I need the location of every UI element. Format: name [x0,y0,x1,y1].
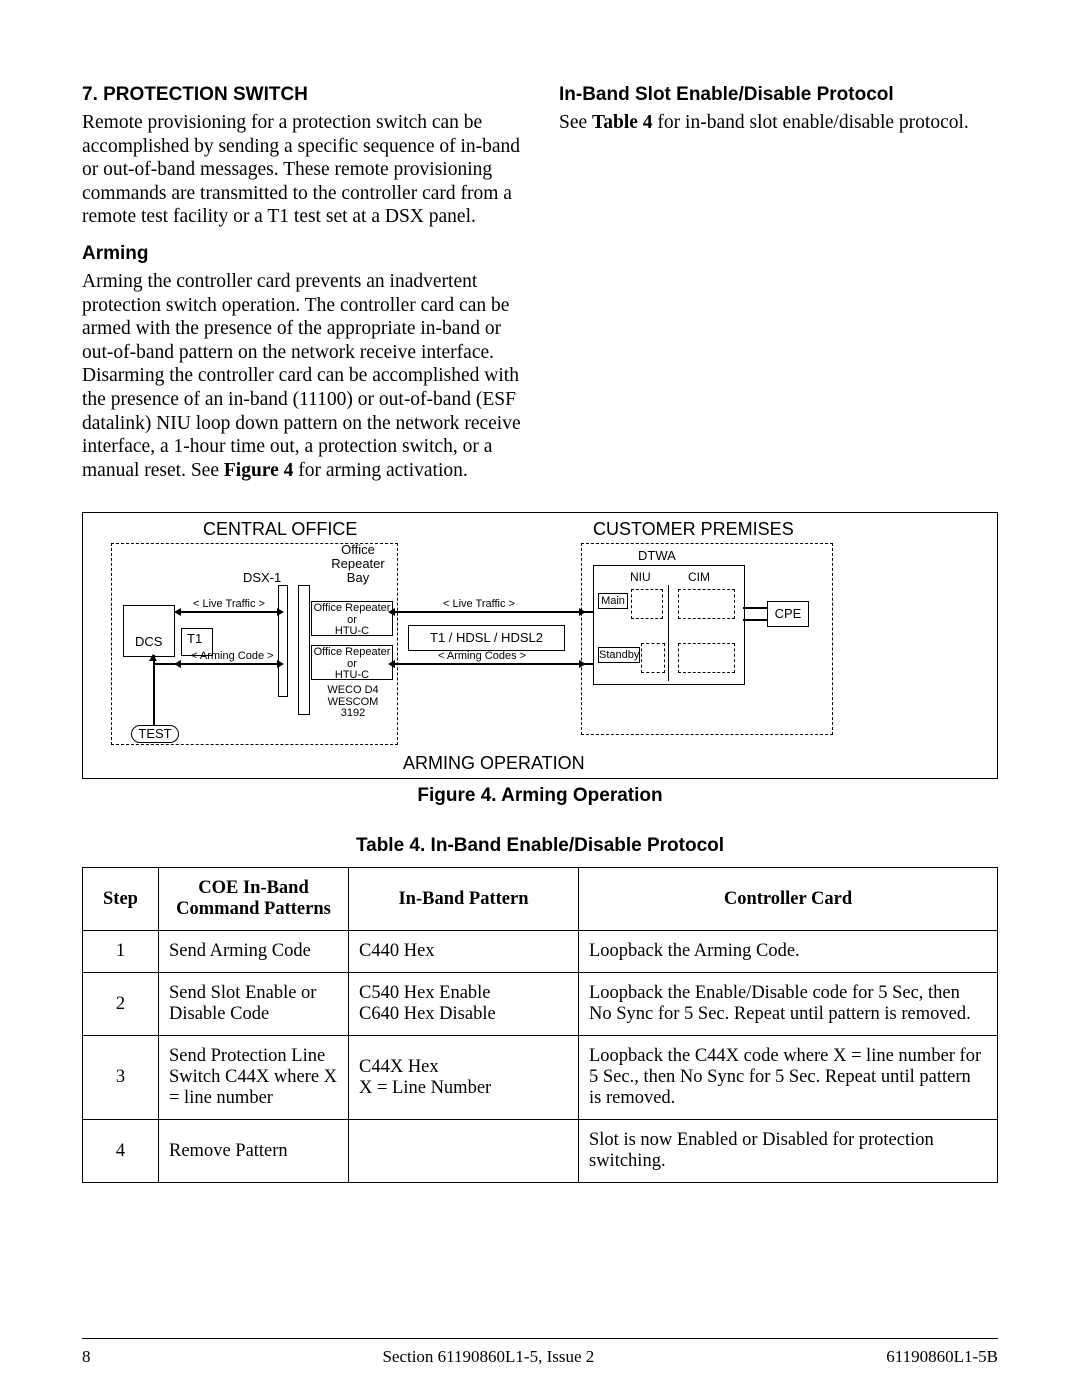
th-coe: COE In-Band Command Patterns [159,868,349,931]
arrowhead-test-up [149,654,157,661]
cell-pattern: C440 Hex [349,931,579,973]
footer-section: Section 61190860L1-5, Issue 2 [382,1347,594,1367]
line-dtwa-cpe-1 [743,607,767,609]
line-arming-codes-mid [395,663,579,665]
dsx-bar [278,585,288,697]
box-standby-label: Standby [598,647,640,663]
section-7-heading: 7. PROTECTION SWITCH [82,84,521,107]
label-live-traffic-mid: < Live Traffic > [443,599,515,611]
line-into-dtwa-1 [579,611,593,613]
repeater-bay-bar [298,585,310,715]
box-office-repeater-1: Office Repeater or HTU-C [311,601,393,636]
line-test-horizontal [153,663,181,665]
inband-paragraph: See Table 4 for in-band slot enable/disa… [559,111,998,135]
box-main-label: Main [598,593,628,609]
cell-step: 2 [83,973,159,1036]
line-live-traffic-left [181,611,277,613]
table-4-caption: Table 4. In-Band Enable/Disable Protocol [82,835,998,857]
label-live-traffic-left: < Live Traffic > [193,599,265,611]
label-customer-premises: CUSTOMER PREMISES [593,519,794,540]
line-arming-code [181,663,277,665]
inband-text-a: See [559,112,592,133]
box-niu-main [631,589,663,619]
line-test-vertical [153,655,155,725]
two-column-layout: 7. PROTECTION SWITCH Remote provisioning… [82,84,998,482]
label-dtwa: DTWA [638,549,676,563]
left-column: 7. PROTECTION SWITCH Remote provisioning… [82,84,521,482]
label-niu: NIU [630,571,651,584]
label-arming-operation: ARMING OPERATION [403,753,585,774]
line-into-dtwa-2 [579,663,593,665]
footer-page-number: 8 [82,1347,91,1367]
label-cim: CIM [688,571,710,584]
label-arming-code: < Arming Code > [191,651,274,663]
table-header-row: Step COE In-Band Command Patterns In-Ban… [83,868,998,931]
page: 7. PROTECTION SWITCH Remote provisioning… [0,0,1080,1397]
cell-card: Slot is now Enabled or Disabled for prot… [579,1120,998,1183]
box-niu-standby [641,643,665,673]
box-office-repeater-2: Office Repeater or HTU-C [311,645,393,680]
cell-pattern: C44X Hex X = Line Number [349,1036,579,1120]
th-step: Step [83,868,159,931]
label-arming-codes: < Arming Codes > [438,651,526,663]
table-row: 4 Remove Pattern Slot is now Enabled or … [83,1120,998,1183]
line-dtwa-cpe-2 [743,619,767,621]
cell-pattern: C540 Hex Enable C640 Hex Disable [349,973,579,1036]
arming-heading: Arming [82,243,521,266]
line-niu-cim-divider [668,585,669,681]
cell-coe: Send Slot Enable or Disable Code [159,973,349,1036]
box-cim-main [678,589,735,619]
arming-figure-ref: Figure 4 [224,460,294,481]
table-row: 2 Send Slot Enable or Disable Code C540 … [83,973,998,1036]
box-dcs [123,605,175,657]
table-4: Step COE In-Band Command Patterns In-Ban… [82,867,998,1183]
cell-coe: Send Protection Line Switch C44X where X… [159,1036,349,1120]
box-t1-hdsl: T1 / HDSL / HDSL2 [408,625,565,651]
footer-rule [82,1338,998,1339]
inband-text-b: for in-band slot enable/disable protocol… [653,112,969,133]
label-central-office: CENTRAL OFFICE [203,519,357,540]
footer-doc-id: 61190860L1-5B [886,1347,998,1367]
label-dcs: DCS [135,635,162,649]
label-t1: T1 [187,632,202,646]
cell-card: Loopback the Enable/Disable code for 5 S… [579,973,998,1036]
figure-4-caption: Figure 4. Arming Operation [82,785,998,807]
label-weco: WECO D4 WESCOM 3192 [315,685,391,720]
table-row: 3 Send Protection Line Switch C44X where… [83,1036,998,1120]
box-test: TEST [131,725,179,743]
line-live-traffic-mid [395,611,579,613]
inband-table-ref: Table 4 [592,112,653,133]
cell-coe: Send Arming Code [159,931,349,973]
right-column: In-Band Slot Enable/Disable Protocol See… [559,84,998,482]
cell-step: 4 [83,1120,159,1183]
cell-pattern [349,1120,579,1183]
arming-text-b: for arming activation. [293,460,467,481]
cell-step: 3 [83,1036,159,1120]
cell-coe: Remove Pattern [159,1120,349,1183]
cell-step: 1 [83,931,159,973]
cell-card: Loopback the C44X code where X = line nu… [579,1036,998,1120]
label-office-repeater-bay: Office Repeater Bay [323,543,393,584]
figure-4-diagram: CENTRAL OFFICE CUSTOMER PREMISES DSX-1 O… [82,512,998,779]
cell-card: Loopback the Arming Code. [579,931,998,973]
th-pattern: In-Band Pattern [349,868,579,931]
arming-text-a: Arming the controller card prevents an i… [82,271,521,481]
page-footer: 8 Section 61190860L1-5, Issue 2 61190860… [82,1347,998,1367]
box-cim-standby [678,643,735,673]
arming-paragraph: Arming the controller card prevents an i… [82,270,521,482]
label-dsx1: DSX-1 [243,571,281,585]
box-cpe: CPE [767,601,809,627]
inband-heading: In-Band Slot Enable/Disable Protocol [559,84,998,107]
th-card: Controller Card [579,868,998,931]
section-7-paragraph: Remote provisioning for a protection swi… [82,111,521,229]
table-row: 1 Send Arming Code C440 Hex Loopback the… [83,931,998,973]
